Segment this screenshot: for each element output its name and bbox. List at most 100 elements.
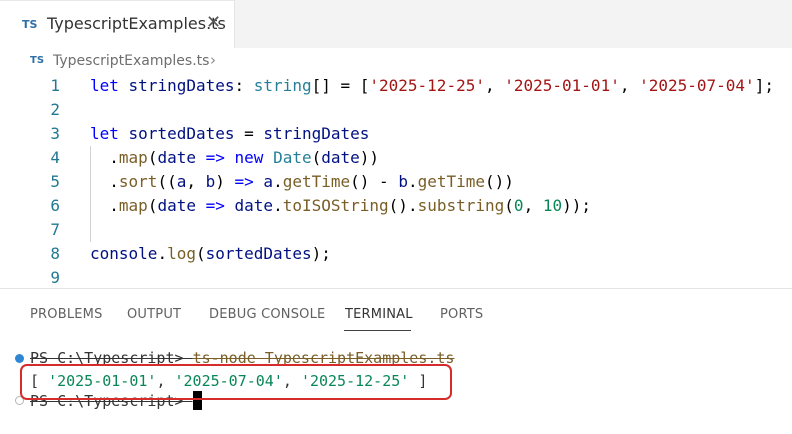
code-line[interactable]: 5 .sort((a, b) => a.getTime() - b.getTim…	[0, 170, 792, 194]
line-number: 2	[50, 100, 60, 119]
code-line[interactable]: 7	[0, 218, 792, 242]
code-token: b	[205, 172, 216, 191]
code-token: );	[311, 244, 331, 263]
line-number: 1	[50, 76, 60, 95]
code-token: [] = [	[311, 76, 370, 95]
line-number: 7	[50, 220, 60, 239]
line-number: 5	[50, 172, 60, 191]
tab-output[interactable]: OUTPUT	[127, 307, 181, 322]
editor-tab-bar: TS TypescriptExamples.ts ✕	[0, 0, 792, 48]
code-token: =>	[234, 172, 254, 191]
code-token: stringDates	[128, 76, 235, 95]
code-token: ,	[484, 76, 505, 95]
terminal[interactable]: PS C:\Typescript> ts-node TypescriptExam…	[0, 338, 792, 434]
code-token: a	[263, 172, 274, 191]
code-token: map	[118, 148, 148, 167]
breadcrumb: TS TypescriptExamples.ts ›	[0, 48, 792, 74]
code-line[interactable]: 8 console.log(sortedDates);	[0, 242, 792, 266]
tab-label: TypescriptExamples.ts	[47, 14, 226, 33]
code-line[interactable]: 4 .map(date => new Date(date))	[0, 146, 792, 170]
code-token: ((	[157, 172, 177, 191]
code-token: substring	[417, 196, 505, 215]
command-success-icon	[15, 354, 24, 363]
code-token: ,	[619, 76, 640, 95]
code-token: getTime	[417, 172, 486, 191]
code-token: ,	[523, 196, 543, 215]
code-token: ));	[562, 196, 591, 215]
code-token: .	[407, 172, 418, 191]
code-token: string	[253, 76, 312, 95]
line-number: 9	[50, 268, 60, 287]
code-line[interactable]: 2	[0, 98, 792, 122]
close-icon[interactable]: ✕	[206, 13, 221, 33]
code-token: '2025-01-01'	[504, 76, 620, 95]
code-token: sortedDates	[128, 124, 235, 143]
chevron-right-icon: ›	[210, 51, 216, 69]
code-token: b	[398, 172, 408, 191]
code-token: log	[167, 244, 196, 263]
code-token: date	[157, 148, 196, 167]
code-token: sortedDates	[205, 244, 312, 263]
code-token: date	[157, 196, 196, 215]
code-token: .	[273, 196, 283, 215]
code-text: console.log(sortedDates);	[90, 242, 331, 266]
code-token: a	[176, 172, 187, 191]
code-token: ];	[754, 76, 774, 95]
code-token: =	[234, 124, 264, 143]
code-token: ))	[359, 148, 380, 167]
line-number: 8	[50, 244, 60, 263]
code-token: (	[147, 196, 158, 215]
code-token: ())	[485, 172, 514, 191]
line-number: 6	[50, 196, 60, 215]
code-token: stringDates	[263, 124, 370, 143]
code-token: let	[90, 124, 119, 143]
code-token: date	[234, 196, 274, 215]
code-token: )	[215, 172, 235, 191]
tab-debug-console[interactable]: DEBUG CONSOLE	[209, 307, 325, 322]
code-line[interactable]: 3 let sortedDates = stringDates	[0, 122, 792, 146]
code-token: .	[273, 172, 283, 191]
code-token: '2025-07-04'	[639, 76, 755, 95]
code-text: .map(date => new Date(date))	[90, 146, 379, 170]
tab-ports[interactable]: PORTS	[440, 307, 483, 322]
code-token: (	[195, 244, 206, 263]
code-line[interactable]: 1 let stringDates: string[] = ['2025-12-2…	[0, 74, 792, 98]
breadcrumb-file[interactable]: TypescriptExamples.ts	[53, 53, 209, 69]
code-token: 0	[513, 196, 524, 215]
code-token: date	[321, 148, 360, 167]
code-token: (	[311, 148, 322, 167]
code-text: let sortedDates = stringDates	[90, 122, 369, 146]
tab-problems[interactable]: PROBLEMS	[30, 307, 103, 322]
code-token: =>	[205, 148, 225, 167]
code-line[interactable]: 6 .map(date => date.toISOString().substr…	[0, 194, 792, 218]
code-token: .	[90, 172, 119, 191]
code-token: getTime	[282, 172, 351, 191]
code-token: Date	[273, 148, 312, 167]
code-token: ,	[186, 172, 206, 191]
code-text: .sort((a, b) => a.getTime() - b.getTime(…	[90, 170, 514, 194]
tab-terminal[interactable]: TERMINAL	[345, 307, 413, 322]
code-token: .	[157, 244, 168, 263]
code-token: ().	[388, 196, 418, 215]
code-token: () -	[350, 172, 399, 191]
code-token: =>	[205, 196, 225, 215]
tab-typescript-examples[interactable]: TS TypescriptExamples.ts ✕	[0, 0, 235, 48]
code-token: console	[90, 244, 158, 263]
typescript-file-icon: TS	[30, 55, 45, 66]
code-editor[interactable]: 1 let stringDates: string[] = ['2025-12-2…	[0, 74, 792, 288]
code-token: 10	[542, 196, 563, 215]
code-token: let	[90, 76, 119, 95]
code-token: .	[90, 148, 119, 167]
output-highlight-box	[20, 364, 452, 400]
code-text: let stringDates: string[] = ['2025-12-25…	[90, 74, 774, 98]
code-token: .	[90, 196, 119, 215]
code-token: new	[234, 148, 264, 167]
code-line[interactable]: 9	[0, 266, 792, 290]
